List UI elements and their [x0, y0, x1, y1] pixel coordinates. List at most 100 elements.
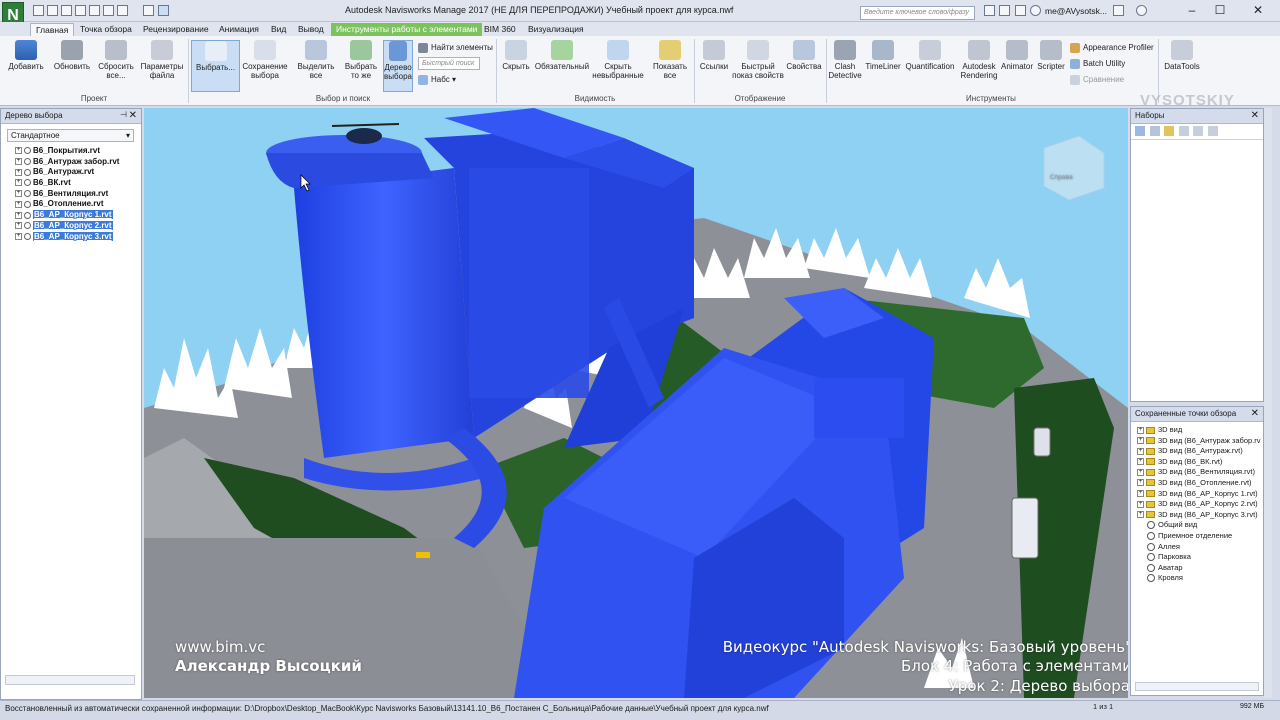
quick-properties-button[interactable]: Быстрый показ свойств	[732, 40, 784, 92]
appearance-profiler-button[interactable]: Appearance Profiler	[1070, 41, 1154, 55]
viewpoint-folder[interactable]: +3D вид	[1131, 425, 1263, 436]
tree-item[interactable]: + В6_Отопление.rvt	[15, 199, 140, 210]
animator-button[interactable]: Animator	[998, 40, 1036, 92]
file-options-button[interactable]: Параметры файла	[139, 40, 185, 92]
viewpoint-item[interactable]: Общий вид	[1131, 520, 1263, 531]
user-icon[interactable]	[1030, 5, 1041, 16]
tab-review[interactable]: Рецензирование	[138, 23, 214, 36]
select-button[interactable]: Выбрать...	[191, 40, 240, 92]
group-project-label[interactable]: Проект	[0, 94, 188, 103]
expand-icon[interactable]: +	[1137, 447, 1144, 455]
sort-icon[interactable]	[1207, 126, 1218, 136]
properties-button[interactable]: Свойства	[786, 40, 822, 92]
print-icon[interactable]	[89, 5, 100, 16]
expand-icon[interactable]: +	[1137, 490, 1144, 498]
tree-item[interactable]: + В6_Вентиляция.rvt	[15, 189, 140, 200]
viewpoint-item[interactable]: Кровля	[1131, 573, 1263, 584]
vertical-scrollbar[interactable]	[1264, 108, 1272, 698]
exchange-icon[interactable]	[1113, 5, 1124, 16]
folder-icon[interactable]	[75, 5, 86, 16]
folder-icon[interactable]	[1164, 126, 1175, 136]
expand-icon[interactable]: +	[1137, 437, 1144, 445]
tree-item[interactable]: + В6_Антураж.rvt	[15, 167, 140, 178]
expand-icon[interactable]: +	[15, 179, 22, 187]
reset-all-button[interactable]: Сбросить все...	[96, 40, 136, 92]
select-cursor-icon[interactable]	[158, 5, 169, 16]
viewpoint-folder[interactable]: +3D вид (В6_АР_Корпус 2.rvt)	[1131, 499, 1263, 510]
show-all-button[interactable]: Показать все	[650, 40, 690, 92]
datatools-button[interactable]: DataTools	[1162, 40, 1202, 92]
save-icon[interactable]	[47, 5, 58, 16]
viewpoint-item[interactable]: Приемное отделение	[1131, 531, 1263, 542]
redo-icon[interactable]	[117, 5, 128, 16]
quick-find-input[interactable]: Быстрый поиск	[418, 57, 480, 70]
links-button[interactable]: Ссылки	[698, 40, 730, 92]
rendering-button[interactable]: Autodesk Rendering	[958, 40, 1000, 92]
hide-unselected-button[interactable]: Скрыть невыбранные	[592, 40, 644, 92]
horizontal-scrollbar[interactable]	[5, 675, 135, 685]
tab-animation[interactable]: Анимация	[214, 23, 264, 36]
3d-viewport[interactable]: Справа www.bim.vc Александр Высоцкий Вид…	[144, 108, 1128, 698]
required-button[interactable]: Обязательный	[534, 40, 590, 92]
tree-item[interactable]: + В6_АР_Корпус 3.rvt	[15, 231, 140, 243]
expand-icon[interactable]: +	[1137, 468, 1144, 476]
selection-tree-button[interactable]: Дерево выбора	[383, 40, 413, 92]
pin-icon[interactable]: ⊣	[120, 110, 127, 119]
maximize-button[interactable]: ☐	[1206, 2, 1234, 18]
viewpoint-folder[interactable]: +3D вид (В6_ВК.rvt)	[1131, 457, 1263, 468]
refresh-icon[interactable]	[143, 5, 154, 16]
expand-icon[interactable]: +	[15, 232, 22, 240]
expand-icon[interactable]: +	[15, 168, 22, 176]
subscription-icon[interactable]	[999, 5, 1010, 16]
expand-icon[interactable]: +	[1137, 479, 1144, 487]
expand-icon[interactable]: +	[15, 190, 22, 198]
batch-utility-button[interactable]: Batch Utility	[1070, 57, 1125, 71]
binoculars-icon[interactable]	[984, 5, 995, 16]
help-icon[interactable]	[1136, 5, 1147, 16]
tab-bim360[interactable]: BIM 360	[479, 23, 521, 36]
expand-icon[interactable]: +	[1137, 500, 1144, 508]
tree-item[interactable]: + В6_АР_Корпус 2.rvt	[15, 220, 140, 232]
clash-detective-button[interactable]: Clash Detective	[828, 40, 862, 92]
scene-render[interactable]	[144, 108, 1128, 698]
delete-icon[interactable]	[1193, 126, 1204, 136]
tab-item-tools[interactable]: Инструменты работы с элементами	[331, 23, 483, 36]
new-icon[interactable]	[61, 5, 72, 16]
horizontal-scrollbar[interactable]	[1135, 682, 1259, 691]
viewpoint-folder[interactable]: +3D вид (В6_Вентиляция.rvt)	[1131, 467, 1263, 478]
user-account[interactable]: me@AVysotsk...	[1045, 6, 1107, 16]
tab-view[interactable]: Вид	[266, 23, 291, 36]
timeliner-button[interactable]: TimeLiner	[864, 40, 902, 92]
expand-icon[interactable]: +	[15, 200, 22, 208]
hide-button[interactable]: Скрыть	[500, 40, 532, 92]
sheet-pager[interactable]: 1 из 1	[1093, 702, 1113, 711]
tree-item[interactable]: + В6_ВК.rvt	[15, 178, 140, 189]
search-input[interactable]: Введите ключевое слово/фразу	[860, 6, 975, 20]
undo-icon[interactable]	[103, 5, 114, 16]
viewpoint-folder[interactable]: +3D вид (В6_Антураж.rvt)	[1131, 446, 1263, 457]
viewpoint-item[interactable]: Аллея	[1131, 542, 1263, 553]
viewpoint-folder[interactable]: +3D вид (В6_АР_Корпус 1.rvt)	[1131, 489, 1263, 500]
tab-output[interactable]: Вывод	[293, 23, 329, 36]
close-icon[interactable]: ✕	[129, 110, 137, 121]
save-selection-button[interactable]: Сохранение выбора	[242, 40, 288, 92]
viewpoint-item[interactable]: Аватар	[1131, 563, 1263, 574]
search-set-icon[interactable]	[1149, 126, 1160, 136]
close-icon[interactable]: ✕	[1251, 110, 1259, 121]
minimize-button[interactable]: –	[1178, 2, 1206, 18]
tab-viewpoint[interactable]: Точка обзора	[75, 23, 137, 36]
open-icon[interactable]	[33, 5, 44, 16]
favorites-icon[interactable]	[1015, 5, 1026, 16]
tab-visualization[interactable]: Визуализация	[523, 23, 589, 36]
expand-icon[interactable]: +	[15, 147, 22, 155]
viewpoint-folder[interactable]: +3D вид (В6_Антураж забор.rv	[1131, 436, 1263, 447]
close-button[interactable]: ✕	[1244, 2, 1272, 18]
add-button[interactable]: Добавить	[6, 40, 46, 92]
tree-view-select[interactable]: Стандартное ▾	[7, 129, 134, 142]
expand-icon[interactable]: +	[1137, 458, 1144, 466]
expand-icon[interactable]: +	[1137, 511, 1144, 519]
scripter-button[interactable]: Scripter	[1036, 40, 1066, 92]
group-select-label[interactable]: Выбор и поиск	[190, 94, 496, 103]
refresh-button[interactable]: Обновить	[50, 40, 94, 92]
tree-item[interactable]: + В6_Покрытия.rvt	[15, 146, 140, 157]
